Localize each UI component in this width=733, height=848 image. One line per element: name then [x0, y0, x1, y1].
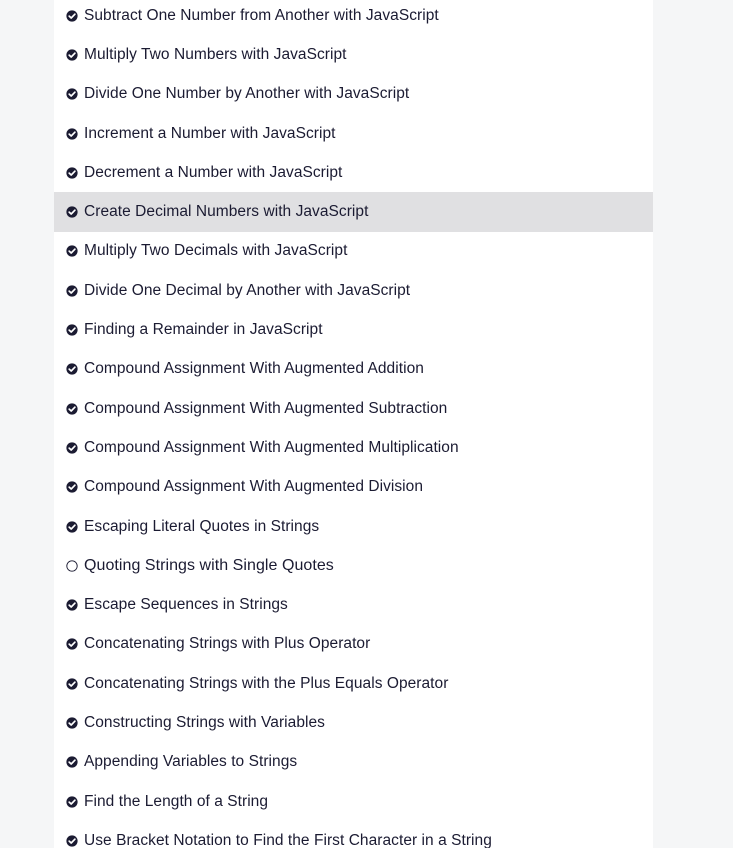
challenge-label: Use Bracket Notation to Find the First C…	[84, 831, 492, 848]
challenge-item[interactable]: Compound Assignment With Augmented Addit…	[54, 350, 653, 389]
check-circle-icon	[66, 127, 78, 140]
challenge-label: Multiply Two Numbers with JavaScript	[84, 45, 347, 63]
challenge-item[interactable]: Escaping Literal Quotes in Strings	[54, 507, 653, 546]
challenge-item[interactable]: Create Decimal Numbers with JavaScript	[54, 192, 653, 232]
challenge-label: Constructing Strings with Variables	[84, 713, 325, 731]
challenge-item[interactable]: Escape Sequences in Strings	[54, 585, 653, 624]
challenge-item[interactable]: Divide One Decimal by Another with JavaS…	[54, 271, 653, 310]
check-circle-icon	[66, 795, 78, 808]
challenge-label: Concatenating Strings with the Plus Equa…	[84, 674, 449, 692]
challenge-label: Multiply Two Decimals with JavaScript	[84, 242, 348, 260]
challenge-item[interactable]: Concatenating Strings with the Plus Equa…	[54, 664, 653, 703]
check-circle-icon	[66, 49, 78, 61]
challenge-item[interactable]: Increment a Number with JavaScript	[54, 114, 653, 153]
check-circle-icon	[66, 599, 78, 611]
challenge-label: Quoting Strings with Single Quotes	[84, 556, 334, 574]
challenge-label: Compound Assignment With Augmented Addit…	[84, 360, 424, 378]
check-circle-icon	[66, 403, 78, 415]
challenge-panel: Subtract One Number from Another with Ja…	[54, 0, 653, 848]
check-circle-icon	[66, 206, 78, 218]
check-circle-icon	[66, 10, 78, 22]
challenge-item[interactable]: Appending Variables to Strings	[54, 743, 653, 782]
challenge-label: Appending Variables to Strings	[84, 753, 298, 771]
challenge-item[interactable]: Concatenating Strings with Plus Operator	[54, 625, 653, 664]
challenge-label: Create Decimal Numbers with JavaScript	[84, 203, 369, 221]
empty-circle-icon	[66, 560, 78, 572]
challenge-item[interactable]: Divide One Number by Another with JavaSc…	[54, 75, 653, 114]
challenge-item[interactable]: Decrement a Number with JavaScript	[54, 153, 653, 192]
challenge-label: Compound Assignment With Augmented Subtr…	[84, 399, 448, 417]
challenge-item[interactable]: Multiply Two Numbers with JavaScript	[54, 35, 653, 74]
challenge-label: Escape Sequences in Strings	[84, 596, 288, 614]
challenge-item[interactable]: Compound Assignment With Augmented Divis…	[54, 468, 653, 507]
challenge-label: Finding a Remainder in JavaScript	[84, 321, 323, 339]
check-circle-icon	[66, 717, 78, 729]
challenge-label: Subtract One Number from Another with Ja…	[84, 6, 439, 24]
check-circle-icon	[66, 324, 78, 336]
challenge-list: Subtract One Number from Another with Ja…	[54, 0, 653, 848]
check-circle-icon	[66, 481, 78, 493]
check-circle-icon	[66, 638, 78, 650]
challenge-label: Decrement a Number with JavaScript	[84, 163, 343, 181]
challenge-item[interactable]: Subtract One Number from Another with Ja…	[54, 0, 653, 35]
check-circle-icon	[66, 88, 78, 100]
challenge-label: Divide One Number by Another with JavaSc…	[84, 85, 410, 103]
challenge-item[interactable]: Use Bracket Notation to Find the First C…	[54, 821, 653, 848]
check-circle-icon	[66, 520, 78, 533]
check-circle-icon	[66, 835, 78, 847]
check-circle-icon	[66, 442, 78, 454]
check-circle-icon	[66, 245, 78, 258]
challenge-label: Concatenating Strings with Plus Operator	[84, 635, 371, 653]
check-circle-icon	[66, 678, 78, 690]
check-circle-icon	[66, 756, 78, 768]
challenge-label: Increment a Number with JavaScript	[84, 124, 336, 142]
challenge-item[interactable]: Quoting Strings with Single Quotes	[54, 546, 653, 585]
challenge-label: Compound Assignment With Augmented Divis…	[84, 478, 424, 496]
challenge-item[interactable]: Find the Length of a String	[54, 782, 653, 821]
check-circle-icon	[66, 363, 78, 375]
challenge-label: Compound Assignment With Augmented Multi…	[84, 438, 459, 456]
challenge-item[interactable]: Constructing Strings with Variables	[54, 703, 653, 742]
check-circle-icon	[66, 285, 78, 297]
challenge-label: Escaping Literal Quotes in Strings	[84, 517, 320, 535]
challenge-item[interactable]: Finding a Remainder in JavaScript	[54, 310, 653, 349]
challenge-label: Divide One Decimal by Another with JavaS…	[84, 281, 411, 299]
challenge-item[interactable]: Multiply Two Decimals with JavaScript	[54, 232, 653, 271]
challenge-item[interactable]: Compound Assignment With Augmented Subtr…	[54, 389, 653, 428]
check-circle-icon	[66, 167, 78, 179]
challenge-item[interactable]: Compound Assignment With Augmented Multi…	[54, 428, 653, 467]
challenge-label: Find the Length of a String	[84, 792, 269, 810]
